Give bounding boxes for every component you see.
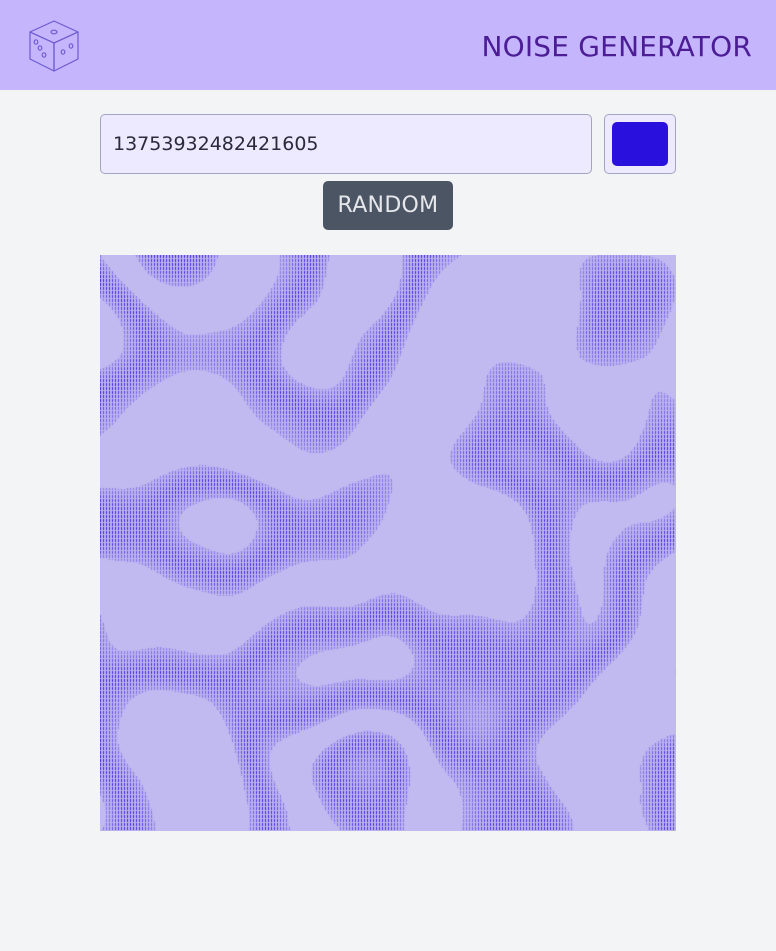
app-title: NOISE GENERATOR: [481, 29, 752, 63]
dice-icon: [29, 20, 79, 72]
app-header: NOISE GENERATOR: [0, 0, 776, 90]
noise-preview: [100, 255, 676, 831]
random-button[interactable]: RANDOM: [323, 181, 453, 230]
seed-input[interactable]: [100, 114, 592, 174]
color-swatch: [612, 122, 668, 166]
noise-texture-image: [100, 255, 676, 831]
color-picker-button[interactable]: [604, 114, 676, 174]
